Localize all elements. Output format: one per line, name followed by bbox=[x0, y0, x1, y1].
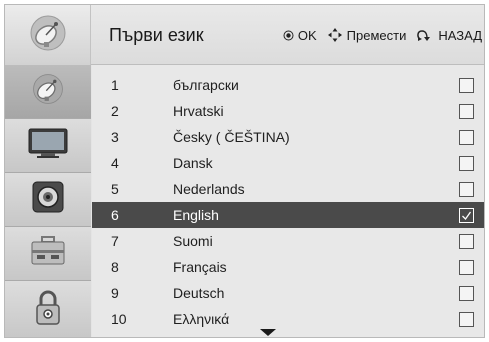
item-number: 6 bbox=[111, 207, 119, 223]
checkmark-icon bbox=[462, 211, 472, 221]
list-item[interactable]: 3 Česky ( ČEŠTINA) bbox=[92, 124, 484, 150]
item-checkbox[interactable] bbox=[459, 208, 474, 223]
item-language: Ελληνικά bbox=[173, 311, 230, 327]
tv-menu-window: Първи език OK Премести НАЗАД 1 български… bbox=[4, 4, 485, 338]
sidebar-item-sound[interactable] bbox=[5, 173, 91, 227]
item-language: English bbox=[173, 207, 219, 223]
tv-monitor-icon bbox=[27, 126, 69, 165]
page-title: Първи език bbox=[109, 25, 204, 45]
hint-move-label: Премести bbox=[346, 27, 407, 43]
item-number: 1 bbox=[111, 77, 119, 93]
item-number: 2 bbox=[111, 103, 119, 119]
sidebar-item-picture[interactable] bbox=[5, 119, 91, 173]
button-hints: OK Премести НАЗАД bbox=[283, 5, 482, 65]
hint-back-label: НАЗАД bbox=[438, 27, 482, 43]
sidebar-item-setup[interactable] bbox=[5, 227, 91, 281]
category-sidebar bbox=[5, 65, 91, 337]
item-checkbox[interactable] bbox=[459, 104, 474, 119]
item-language: български bbox=[173, 77, 239, 93]
list-item-selected[interactable]: 6 English bbox=[92, 202, 484, 228]
list-item[interactable]: 5 Nederlands bbox=[92, 176, 484, 202]
item-number: 5 bbox=[111, 181, 119, 197]
list-item[interactable]: 1 български bbox=[92, 72, 484, 98]
header-logo bbox=[5, 5, 91, 65]
item-language: Dansk bbox=[173, 155, 213, 171]
item-number: 10 bbox=[111, 311, 127, 327]
item-checkbox[interactable] bbox=[459, 156, 474, 171]
list-item[interactable]: 10 Ελληνικά bbox=[92, 306, 484, 332]
ok-dot-icon bbox=[283, 30, 294, 41]
item-language: Deutsch bbox=[173, 285, 225, 301]
satellite-dish-icon bbox=[31, 72, 65, 111]
item-checkbox[interactable] bbox=[459, 130, 474, 145]
item-checkbox[interactable] bbox=[459, 78, 474, 93]
item-checkbox[interactable] bbox=[459, 312, 474, 327]
item-number: 7 bbox=[111, 233, 119, 249]
list-item[interactable]: 2 Hrvatski bbox=[92, 98, 484, 124]
language-list: 1 български 2 Hrvatski 3 Česky ( ČEŠTINA… bbox=[92, 65, 484, 337]
hint-ok: OK bbox=[283, 28, 317, 43]
list-item[interactable]: 7 Suomi bbox=[92, 228, 484, 254]
hint-move: Премести bbox=[327, 27, 407, 43]
move-arrows-icon bbox=[327, 27, 343, 43]
list-item[interactable]: 9 Deutsch bbox=[92, 280, 484, 306]
speaker-icon bbox=[30, 179, 66, 220]
item-language: Nederlands bbox=[173, 181, 245, 197]
hint-back: НАЗАД bbox=[416, 28, 482, 43]
down-triangle-icon[interactable] bbox=[260, 329, 276, 336]
item-number: 3 bbox=[111, 129, 119, 145]
item-number: 4 bbox=[111, 155, 119, 171]
back-return-icon bbox=[416, 28, 434, 42]
toolbox-icon bbox=[29, 234, 67, 273]
sidebar-item-lock[interactable] bbox=[5, 281, 91, 337]
menu-header: Първи език OK Премести НАЗАД bbox=[5, 5, 484, 65]
list-item[interactable]: 4 Dansk bbox=[92, 150, 484, 176]
satellite-dish-icon bbox=[28, 13, 68, 58]
padlock-icon bbox=[33, 289, 63, 332]
item-checkbox[interactable] bbox=[459, 182, 474, 197]
sidebar-item-channels[interactable] bbox=[5, 65, 91, 119]
item-checkbox[interactable] bbox=[459, 260, 474, 275]
item-language: Suomi bbox=[173, 233, 213, 249]
item-number: 8 bbox=[111, 259, 119, 275]
item-checkbox[interactable] bbox=[459, 234, 474, 249]
hint-ok-label: OK bbox=[297, 27, 317, 43]
item-checkbox[interactable] bbox=[459, 286, 474, 301]
item-language: Hrvatski bbox=[173, 103, 224, 119]
item-number: 9 bbox=[111, 285, 119, 301]
list-item[interactable]: 8 Français bbox=[92, 254, 484, 280]
item-language: Français bbox=[173, 259, 227, 275]
item-language: Česky ( ČEŠTINA) bbox=[173, 129, 290, 145]
